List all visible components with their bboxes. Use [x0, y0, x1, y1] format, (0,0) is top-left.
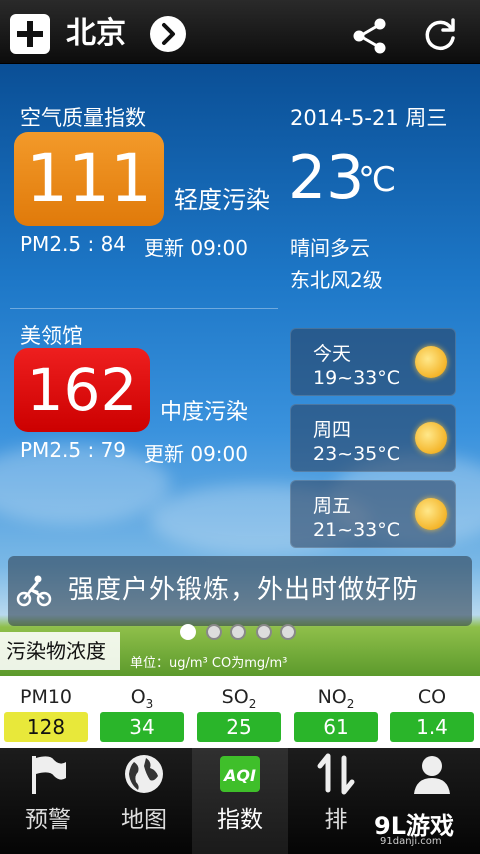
embassy-pm25: PM2.5 : 79 — [20, 438, 127, 462]
pollutant-label: 污染物浓度 — [0, 632, 120, 670]
nav-item-index[interactable]: AQI 指数 — [192, 748, 288, 854]
nav-label: 指数 — [217, 807, 263, 833]
city-aqi-level: 轻度污染 — [174, 186, 270, 214]
sort-icon — [317, 753, 355, 795]
forecast-card-thursday[interactable]: 周四 23~35°C — [290, 404, 456, 472]
next-city-button[interactable] — [150, 16, 186, 52]
sun-icon — [415, 498, 447, 530]
globe-icon — [125, 755, 163, 793]
pollutant-value: 1.4 — [390, 712, 474, 742]
embassy-aqi-value[interactable]: 162 — [14, 348, 150, 432]
flag-icon — [32, 756, 66, 794]
cyclist-icon — [16, 575, 52, 607]
pollutant-pm10[interactable]: PM10 128 — [2, 676, 90, 748]
city-name[interactable]: 北京 — [66, 14, 126, 54]
forecast-day: 周四 — [313, 419, 352, 441]
page-dot[interactable] — [256, 624, 272, 640]
city-pm25: PM2.5 : 84 — [20, 232, 127, 256]
aqi-title: 空气质量指数 — [20, 106, 146, 130]
embassy-aqi-level: 中度污染 — [160, 400, 249, 425]
page-dot[interactable] — [280, 624, 296, 640]
forecast-card-friday[interactable]: 周五 21~33°C — [290, 480, 456, 548]
weather-temp-unit: ℃ — [358, 160, 397, 200]
forecast-day: 今天 — [313, 343, 352, 365]
forecast-range: 19~33°C — [313, 367, 401, 389]
page-dot[interactable] — [230, 624, 246, 640]
pollutant-subscript: 2 — [346, 696, 355, 711]
section-divider — [10, 308, 278, 309]
weather-wind: 东北风2级 — [290, 268, 383, 292]
weather-temperature: 23 — [288, 143, 365, 213]
pollutant-name: O — [130, 686, 146, 708]
nav-label: 地图 — [121, 807, 167, 833]
nav-item-warning[interactable]: 预警 — [0, 748, 96, 854]
user-icon — [414, 756, 450, 794]
share-icon[interactable] — [350, 16, 390, 56]
weather-date: 2014-5-21 周三 — [290, 106, 448, 130]
forecast-day: 周五 — [313, 495, 352, 517]
sun-icon — [415, 346, 447, 378]
pollutant-name: CO — [417, 686, 447, 708]
health-advice-banner[interactable]: 强度户外锻炼，外出时做好防 — [8, 556, 472, 626]
pollutant-o3[interactable]: O3 34 — [98, 676, 186, 748]
page-dot[interactable] — [180, 624, 196, 640]
nav-label: 预警 — [25, 807, 71, 833]
nav-item-ranking[interactable]: 排 — [288, 748, 384, 854]
health-advice-text: 强度户外锻炼，外出时做好防 — [68, 575, 420, 605]
pollutant-name: NO — [317, 686, 347, 708]
pollutant-subscript: 3 — [145, 696, 154, 711]
pollutant-value: 61 — [294, 712, 378, 742]
forecast-range: 23~35°C — [313, 443, 401, 465]
city-aqi-value[interactable]: 111 — [14, 132, 164, 226]
add-city-button[interactable] — [10, 14, 50, 54]
page-dot[interactable] — [206, 624, 222, 640]
aqi-icon: AQI — [220, 756, 260, 792]
embassy-update-time: 更新 09:00 — [144, 442, 248, 466]
nav-label: 排 — [324, 807, 348, 833]
pollutant-so2[interactable]: SO2 25 — [195, 676, 283, 748]
aqi-badge-text: AQI — [222, 766, 256, 785]
pollutant-bar: PM10 128 O3 34 SO2 25 NO2 61 CO 1.4 — [0, 676, 480, 748]
screen: 北京 空气质量指数 111 轻度污染 PM2.5 : 84 更新 09:00 2… — [0, 0, 480, 854]
chevron-right-icon — [162, 23, 175, 45]
embassy-title: 美领馆 — [20, 324, 83, 348]
pollutant-no2[interactable]: NO2 61 — [292, 676, 380, 748]
pollutant-co[interactable]: CO 1.4 — [388, 676, 476, 748]
pollutant-subscript: 2 — [248, 696, 257, 711]
pollutant-name: SO — [221, 686, 249, 708]
pollutant-value: 25 — [197, 712, 281, 742]
pollutant-unit: 单位：ug/m³ CO为mg/m³ — [130, 656, 288, 671]
nav-item-map[interactable]: 地图 — [96, 748, 192, 854]
watermark-site: 91danji.com — [380, 836, 442, 847]
pollutant-value: 34 — [100, 712, 184, 742]
top-bar: 北京 — [0, 0, 480, 64]
sun-icon — [415, 422, 447, 454]
forecast-card-today[interactable]: 今天 19~33°C — [290, 328, 456, 396]
city-update-time: 更新 09:00 — [144, 236, 248, 260]
refresh-icon[interactable] — [420, 16, 460, 56]
forecast-range: 21~33°C — [313, 519, 401, 541]
pollutant-name: PM10 — [19, 686, 73, 708]
weather-condition: 晴间多云 — [290, 236, 370, 260]
pollutant-value: 128 — [4, 712, 88, 742]
